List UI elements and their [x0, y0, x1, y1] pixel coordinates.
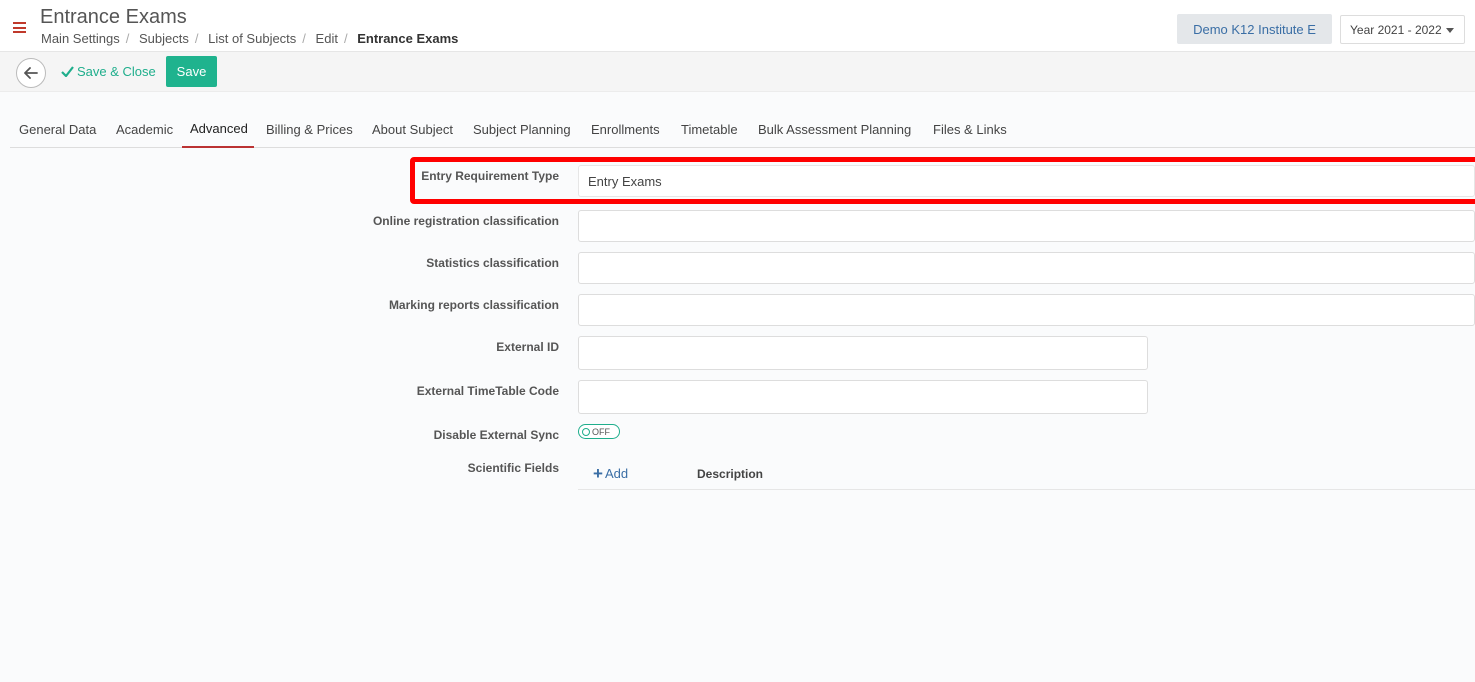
tab-academic[interactable]: Academic [116, 113, 173, 148]
scientific-fields-label: Scientific Fields [467, 461, 559, 475]
back-button[interactable] [16, 58, 46, 88]
add-label: Add [604, 466, 629, 481]
save-and-close-button[interactable]: Save & Close [61, 64, 156, 79]
external-id-input[interactable] [578, 336, 1148, 370]
tab-general-data[interactable]: General Data [19, 113, 96, 148]
statistics-classification-label: Statistics classification [426, 256, 559, 270]
plus-icon: + [593, 464, 603, 483]
breadcrumb-current: Entrance Exams [357, 31, 459, 46]
description-column-header: Description [697, 467, 764, 481]
breadcrumb-list-of-subjects[interactable]: List of Subjects [208, 31, 296, 46]
toggle-state: OFF [592, 426, 610, 437]
tab-files-links[interactable]: Files & Links [933, 113, 1007, 148]
breadcrumb-edit[interactable]: Edit [316, 31, 338, 46]
breadcrumb: Main Settings / Subjects / List of Subject… [41, 31, 459, 46]
tab-billing-prices[interactable]: Billing & Prices [266, 113, 353, 148]
hamburger-menu-icon[interactable] [13, 22, 26, 33]
breadcrumb-main-settings[interactable]: Main Settings [41, 31, 120, 46]
external-id-label: External ID [496, 340, 559, 354]
breadcrumb-subjects[interactable]: Subjects [139, 31, 189, 46]
toggle-knob-icon [582, 427, 590, 436]
disable-external-sync-toggle[interactable]: OFF [578, 424, 620, 439]
marking-reports-classification-field[interactable] [578, 294, 1475, 326]
page-title: Entrance Exams [40, 6, 187, 28]
tab-advanced[interactable]: Advanced [182, 113, 254, 148]
arrow-left-icon [24, 67, 38, 79]
highlight-box [410, 157, 1475, 204]
top-bar: Entrance Exams Main Settings / Subjects / … [0, 0, 1475, 52]
tab-bar: General Data Academic Advanced Billing &… [10, 113, 1475, 148]
disable-external-sync-label: Disable External Sync [433, 428, 559, 442]
tab-about-subject[interactable]: About Subject [372, 113, 453, 148]
scientific-fields-table-header: + Add Description [578, 458, 1475, 490]
marking-reports-classification-label: Marking reports classification [388, 298, 559, 312]
year-select-value: Year 2021 - 2022 [1350, 22, 1442, 37]
add-scientific-field-button[interactable]: + Add [593, 464, 629, 483]
statistics-classification-field[interactable] [578, 252, 1475, 284]
tab-enrollments[interactable]: Enrollments [591, 113, 660, 148]
external-timetable-code-label: External TimeTable Code [416, 384, 559, 398]
caret-down-icon [1446, 28, 1454, 33]
tab-subject-planning[interactable]: Subject Planning [473, 113, 571, 148]
institute-button[interactable]: Demo K12 Institute E [1177, 14, 1332, 44]
external-timetable-code-input[interactable] [578, 380, 1148, 414]
save-and-close-label: Save & Close [77, 64, 156, 79]
save-button[interactable]: Save [166, 56, 217, 87]
toolbar: Save & Close Save [0, 52, 1475, 92]
tab-timetable[interactable]: Timetable [681, 113, 738, 148]
year-select[interactable]: Year 2021 - 2022 [1340, 15, 1465, 44]
online-registration-classification-field[interactable] [578, 210, 1475, 242]
online-registration-classification-label: Online registration classification [372, 214, 559, 228]
tab-bulk-assessment-planning[interactable]: Bulk Assessment Planning [758, 113, 911, 148]
check-icon [61, 66, 74, 77]
